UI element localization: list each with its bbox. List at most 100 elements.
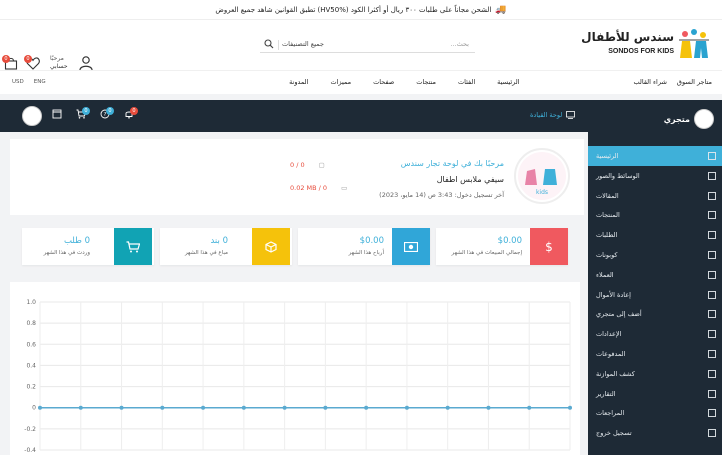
vendor-admin-bar: متجري لوحة القيادة 0 ? 0 0 [0, 100, 722, 132]
image-icon [708, 171, 716, 180]
sidebar-item-1[interactable]: الرئيسية [588, 146, 722, 166]
money-icon [392, 228, 430, 265]
sidebar-item-7[interactable]: العملاء [588, 265, 722, 285]
data-point [78, 405, 83, 410]
cube-icon [252, 228, 290, 265]
wishlist-button[interactable]: 0 [24, 55, 42, 71]
dashboard-link[interactable]: لوحة القيادة [530, 111, 576, 119]
nav-link-features[interactable]: مميزات [330, 78, 351, 86]
card-orders[interactable]: 0 طلب وردت في هذا الشهر [22, 228, 154, 265]
data-point [38, 405, 42, 410]
locale-switcher: USD ENG [12, 79, 46, 85]
sidebar-item-15[interactable]: تسجيل خروج [588, 423, 722, 443]
store-icon [52, 109, 62, 119]
y-tick-label: -0.4 [24, 447, 36, 454]
admin-cart-badge: 0 [82, 107, 90, 115]
data-point [364, 405, 369, 410]
data-point [323, 405, 328, 410]
search-input[interactable]: بحث... [450, 40, 469, 48]
search-icon[interactable] [264, 39, 274, 49]
store-brand[interactable]: متجري [664, 109, 714, 129]
sidebar-item-label: إعادة الأموال [596, 290, 631, 299]
sidebar-item-13[interactable]: التقارير [588, 384, 722, 404]
refund-icon [708, 290, 716, 299]
cart-icon [708, 231, 716, 240]
data-point [241, 405, 246, 410]
card-sales[interactable]: $ $0.00 إجمالي المبيعات في هذا الشهر [436, 228, 568, 265]
nav-link-pages[interactable]: صفحات [373, 78, 394, 86]
admin-cart-button[interactable]: 0 [76, 107, 90, 123]
cart-count-badge: 0 [2, 55, 10, 63]
site-logo[interactable]: سندس للأطفال SONDOS FOR KIDS [581, 28, 712, 62]
data-point [568, 405, 572, 410]
sidebar-item-label: المراجعات [596, 409, 625, 418]
card-earnings-value: $0.00 [359, 236, 384, 246]
admin-icons: 0 ? 0 0 [22, 106, 138, 126]
box-icon: ▢ [318, 161, 325, 169]
coupon-icon [708, 251, 716, 259]
storefront-button[interactable] [52, 109, 66, 123]
card-earnings[interactable]: $0.00 أرباح هذا الشهر [298, 228, 430, 265]
sidebar-item-12[interactable]: كشف الموازنة [588, 364, 722, 384]
nav-link-store-market[interactable]: متاجر السوق [677, 78, 712, 86]
card-orders-value: 0 طلب [63, 236, 90, 246]
statement-icon [708, 369, 716, 378]
sidebar-item-3[interactable]: المقالات [588, 186, 722, 206]
sidebar-item-2[interactable]: الوسائط والصور [588, 166, 722, 186]
sidebar-item-label: الإعدادات [596, 330, 622, 339]
sidebar-item-5[interactable]: الطلبات [588, 225, 722, 245]
sidebar-item-label: الطلبات [596, 231, 618, 240]
data-point [527, 405, 532, 410]
greeting-text: مرحبًا [50, 55, 64, 62]
nav-link-categories[interactable]: الفئات [458, 78, 475, 86]
sidebar-item-8[interactable]: إعادة الأموال [588, 285, 722, 305]
article-icon [708, 191, 716, 200]
nav-link-products[interactable]: منتجات [416, 78, 436, 86]
help-button[interactable]: ? 0 [100, 107, 114, 123]
notifications-button[interactable]: 0 [124, 107, 138, 123]
orders-stat: 0 / 0 ▢ [290, 161, 325, 169]
space-stat-value: 0.02 MB / 0 [290, 184, 328, 192]
user-avatar[interactable] [22, 106, 42, 126]
card-items-sold[interactable]: 0 بند مباع في هذا الشهر [160, 228, 292, 265]
logout-icon [708, 429, 716, 438]
sidebar-item-label: العملاء [596, 270, 614, 279]
nav-link-home[interactable]: الرئيسية [497, 78, 519, 86]
space-stat: 0.02 MB / 0 ▭ [290, 184, 347, 192]
announcement-text[interactable]: الشحن مجاناً على طلبات ٣٠٠ ريال أو أكثرا… [215, 6, 491, 14]
language-select[interactable]: ENG [34, 79, 46, 85]
gear-icon [708, 330, 716, 339]
card-sales-value: $0.00 [497, 236, 522, 246]
sidebar-item-4[interactable]: المنتجات [588, 205, 722, 225]
user-icon[interactable] [78, 55, 94, 71]
sidebar-item-label: المقالات [596, 191, 619, 200]
report-icon [708, 389, 716, 398]
card-items-sub: مباع في هذا الشهر [184, 250, 228, 256]
search-category-select[interactable]: جميع التصنيفات [282, 40, 324, 48]
welcome-panel: kids مرحبًا بك في لوحة تجار سندس سيفي مل… [10, 139, 584, 215]
welcome-title: مرحبًا بك في لوحة تجار سندس [400, 159, 504, 168]
sidebar-item-10[interactable]: الإعدادات [588, 324, 722, 344]
store-logo-image: kids [518, 152, 566, 200]
truck-icon: 🚚 [495, 4, 507, 15]
nav-link-blog[interactable]: المدونة [289, 78, 308, 86]
sidebar-item-label: كشف الموازنة [596, 369, 635, 378]
cart-button[interactable]: 0 [2, 55, 20, 71]
search-bar[interactable]: بحث... جميع التصنيفات [260, 37, 475, 53]
sidebar-item-6[interactable]: كوبونات [588, 245, 722, 265]
wishlist-count-badge: 0 [24, 55, 32, 63]
orders-stat-value: 0 / 0 [290, 161, 305, 169]
announcement-bar: 🚚 الشحن مجاناً على طلبات ٣٠٠ ريال أو أكث… [0, 0, 722, 20]
currency-select[interactable]: USD [12, 79, 24, 85]
nav-link-buy-template[interactable]: شراء القالب [634, 78, 667, 86]
sidebar-item-label: المنتجات [596, 211, 620, 220]
logo-kids-icon [679, 29, 709, 58]
help-badge: 0 [106, 107, 114, 115]
sidebar-item-11[interactable]: المدفوعات [588, 344, 722, 364]
y-tick-label: -0.2 [24, 426, 36, 433]
sidebar-item-9[interactable]: أضف إلى متجري [588, 304, 722, 324]
sidebar-item-14[interactable]: المراجعات [588, 403, 722, 423]
data-point [201, 405, 206, 410]
monitor-icon [566, 111, 576, 119]
search-divider [278, 40, 279, 50]
